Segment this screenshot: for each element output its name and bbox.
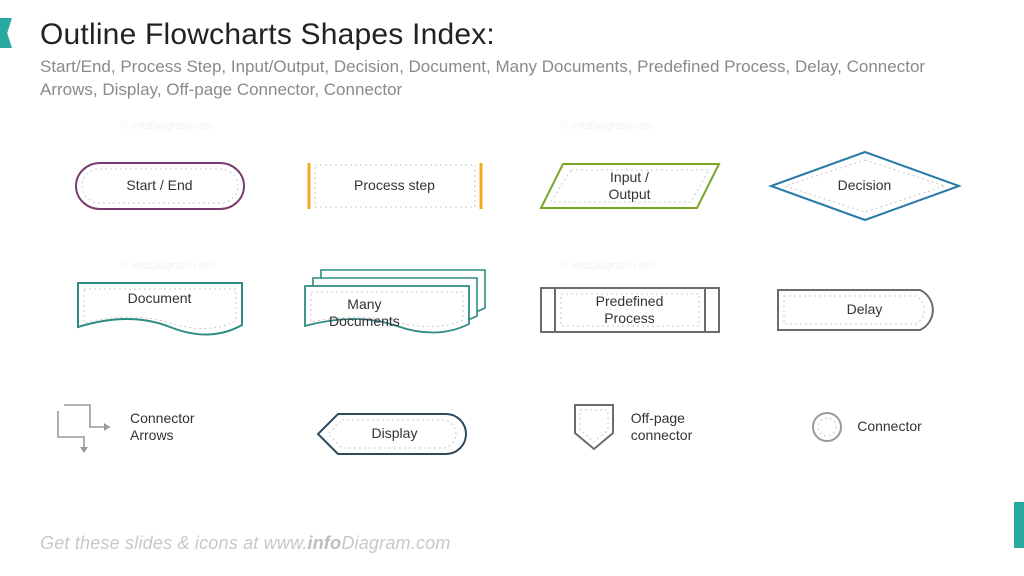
footer-text: Get these slides & icons at www.infoDiag… (40, 533, 451, 554)
shape-start-end: Start / End (50, 144, 269, 228)
connector-arrows-label: Connector Arrows (130, 410, 195, 444)
start-end-icon (70, 157, 250, 215)
header: Outline Flowcharts Shapes Index: Start/E… (0, 0, 1024, 108)
shape-predefined: Predefined Process (520, 268, 739, 352)
watermark: © infoDiagram.com (120, 260, 214, 272)
page-subtitle: Start/End, Process Step, Input/Output, D… (40, 56, 980, 102)
shape-process: Process step (285, 144, 504, 228)
shape-document: Document (50, 268, 269, 352)
shape-io: Input / Output (520, 144, 739, 228)
shape-connector-arrows: Connector Arrows (50, 392, 269, 462)
decision-icon (765, 146, 965, 226)
document-icon (70, 275, 250, 345)
process-icon (305, 159, 485, 213)
delay-icon (770, 282, 960, 338)
shape-display: Display (285, 392, 504, 476)
connector-label: Connector (857, 418, 922, 435)
display-icon (310, 408, 480, 460)
watermark: © infoDiagram.com (560, 260, 654, 272)
watermark: © infoDiagram.com (560, 120, 654, 132)
predefined-icon (535, 282, 725, 338)
offpage-label: Off-page connector (631, 410, 692, 444)
watermark: © infoDiagram.com (120, 120, 214, 132)
shape-delay: Delay (755, 268, 974, 352)
page-title: Outline Flowcharts Shapes Index: (40, 18, 984, 52)
offpage-icon (567, 399, 621, 455)
shape-many-docs: Many Documents (285, 268, 504, 352)
many-docs-icon (295, 268, 495, 352)
connector-icon (807, 407, 847, 447)
connector-arrows-icon (50, 397, 120, 457)
io-icon (535, 158, 725, 214)
shapes-grid: Start / End Process step Input / Output … (0, 108, 1024, 486)
shape-offpage: Off-page connector (520, 392, 739, 462)
shape-connector: Connector (755, 392, 974, 462)
shape-decision: Decision (755, 144, 974, 228)
right-accent (1014, 502, 1024, 548)
